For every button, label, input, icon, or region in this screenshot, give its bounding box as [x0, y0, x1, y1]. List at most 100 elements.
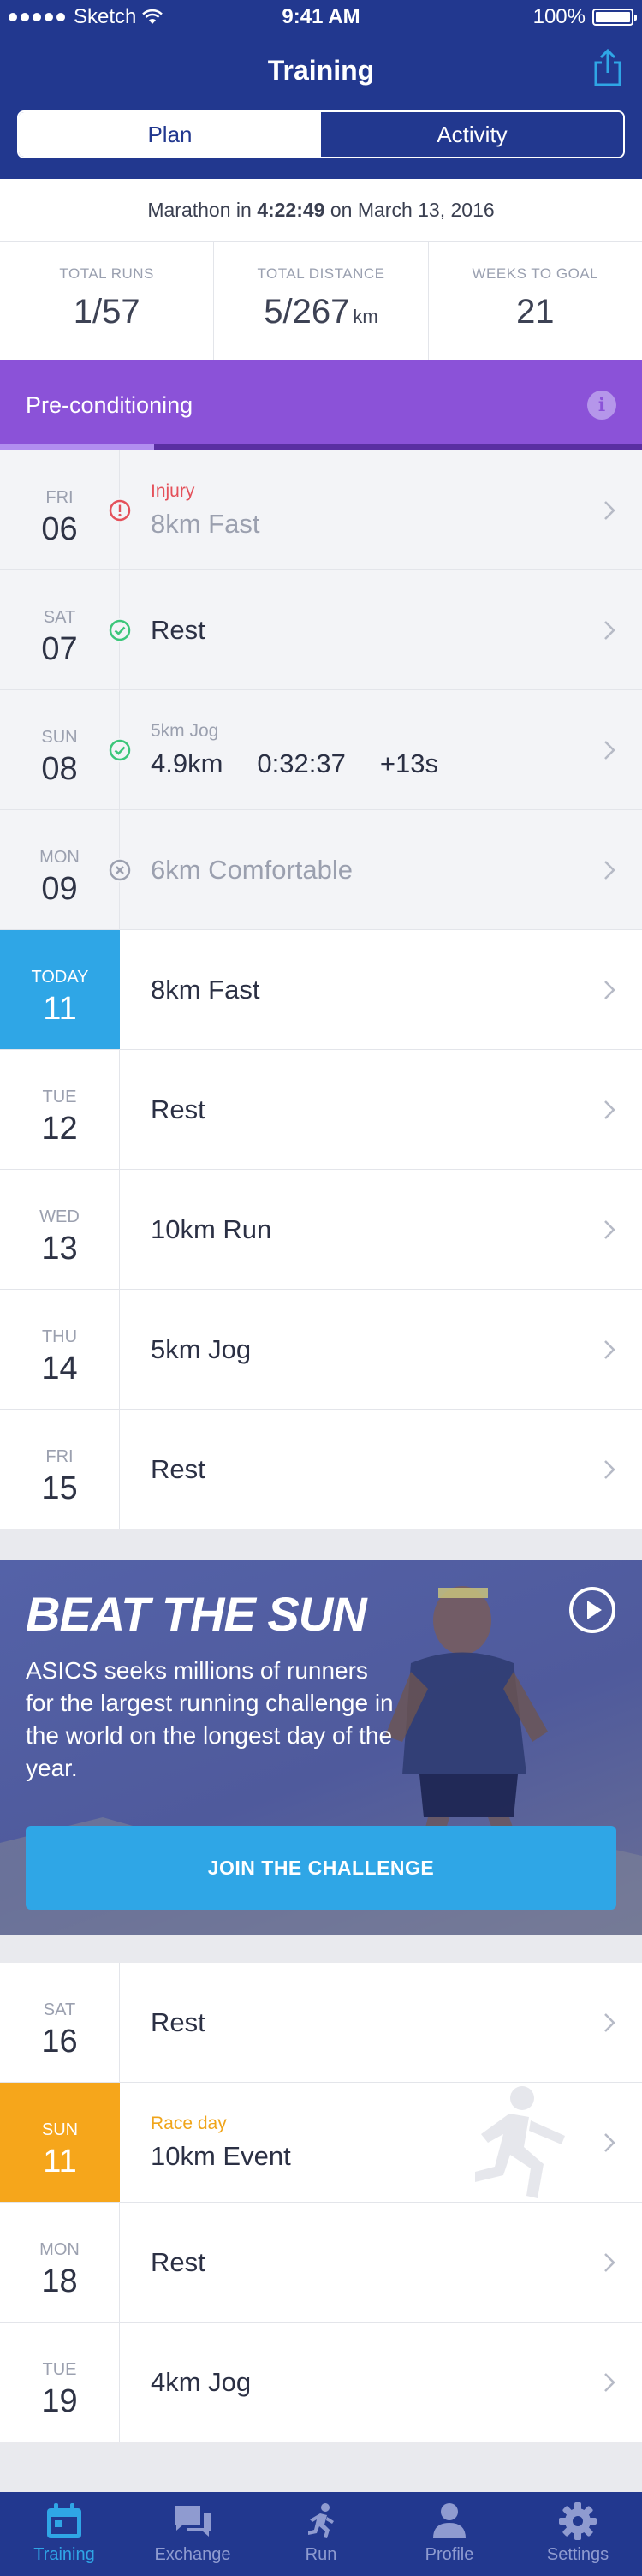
- day-row[interactable]: FRI 15 Rest: [0, 1410, 642, 1530]
- workout-subtitle: 5km Jog: [151, 720, 219, 741]
- completed-check-icon: [108, 738, 132, 762]
- tab-profile[interactable]: Profile: [385, 2492, 514, 2576]
- date-cell: SAT 16: [0, 1963, 120, 2082]
- chevron-right-icon: [603, 1100, 616, 1120]
- info-icon[interactable]: i: [587, 391, 616, 420]
- day-number: 11: [43, 2144, 77, 2179]
- chevron-right-icon: [603, 2132, 616, 2153]
- tab-label: Exchange: [154, 2545, 231, 2564]
- day-name: SAT: [43, 2001, 76, 2019]
- injury-alert-icon: [108, 498, 132, 522]
- promo-banner: BEAT THE SUN ASICS seeks millions of run…: [0, 1560, 642, 1935]
- date-cell: MON 18: [0, 2203, 120, 2322]
- date-cell: MON 09: [0, 810, 120, 929]
- day-row[interactable]: TUE 12 Rest: [0, 1050, 642, 1170]
- play-icon[interactable]: [568, 1586, 616, 1634]
- workout-title: Rest: [151, 1094, 205, 1124]
- tab-run[interactable]: Run: [257, 2492, 385, 2576]
- stat-value: 5/267 km: [264, 293, 378, 331]
- chevron-right-icon: [603, 2252, 616, 2273]
- stat-label: TOTAL DISTANCE: [257, 265, 385, 282]
- promo-title: BEAT THE SUN: [26, 1587, 367, 1641]
- day-number: 11: [43, 991, 77, 1027]
- day-row[interactable]: SAT 16 Rest: [0, 1963, 642, 2083]
- day-row[interactable]: WED 13 10km Run: [0, 1170, 642, 1290]
- day-row[interactable]: SUN 11 Race day 10km Event: [0, 2083, 642, 2203]
- workout-title: 10km Event: [151, 2140, 291, 2171]
- workout-subtitle: Injury: [151, 480, 195, 501]
- date-cell: FRI 15: [0, 1410, 120, 1529]
- chevron-right-icon: [603, 2012, 616, 2033]
- runner-watermark-icon: [475, 2086, 565, 2198]
- stat-value: 1/57: [73, 293, 140, 331]
- workout-title: Rest: [151, 1453, 205, 1484]
- workout-info: Race day 10km Event: [151, 2083, 291, 2202]
- day-name: THU: [41, 1327, 78, 1346]
- completed-check-icon: [108, 618, 132, 642]
- workout-info: Rest: [151, 2203, 205, 2322]
- day-row[interactable]: THU 14 5km Jog: [0, 1290, 642, 1410]
- date-cell: FRI 06: [0, 450, 120, 569]
- date-cell: TUE 12: [0, 1050, 120, 1169]
- header: Sketch 9:41 AM 100% Training Plan Activi…: [0, 0, 642, 179]
- segment-activity[interactable]: Activity: [321, 112, 623, 157]
- workout-info: Rest: [151, 1050, 205, 1169]
- workout-info: Rest: [151, 1410, 205, 1529]
- day-name: TODAY: [31, 968, 89, 987]
- stats-panel: TOTAL RUNS 1/57 TOTAL DISTANCE 5/267 km W…: [0, 242, 642, 360]
- workout-title: Rest: [151, 614, 205, 645]
- status-bar: Sketch 9:41 AM 100%: [0, 0, 642, 34]
- workout-title: Rest: [151, 2246, 205, 2277]
- day-name: MON: [39, 2240, 80, 2259]
- date-cell: WED 13: [0, 1170, 120, 1289]
- join-challenge-button[interactable]: JOIN THE CHALLENGE: [26, 1826, 616, 1910]
- stat-label: TOTAL RUNS: [59, 265, 154, 282]
- date-cell: SAT 07: [0, 570, 120, 689]
- workout-info: Rest: [151, 1963, 205, 2082]
- stat-value: 21: [516, 293, 555, 331]
- segment-plan[interactable]: Plan: [19, 112, 321, 157]
- chevron-right-icon: [603, 740, 616, 760]
- day-name: TUE: [42, 1088, 77, 1106]
- day-name: SUN: [41, 728, 78, 747]
- workout-info: Rest: [151, 570, 205, 689]
- workout-info: 5km Jog 4.9km 0:32:37 +13s: [151, 690, 438, 809]
- stat-total-distance: TOTAL DISTANCE 5/267 km: [214, 242, 429, 360]
- workout-title: 4km Jog: [151, 2366, 252, 2397]
- tab-settings[interactable]: Settings: [514, 2492, 642, 2576]
- day-number: 09: [41, 871, 78, 907]
- phase-progress-fill: [0, 444, 154, 450]
- workout-info: 8km Fast: [151, 930, 259, 1049]
- day-row[interactable]: MON 18 Rest: [0, 2203, 642, 2323]
- day-row[interactable]: TODAY 11 8km Fast: [0, 930, 642, 1050]
- app-root: Sketch 9:41 AM 100% Training Plan Activi…: [0, 0, 642, 2576]
- chat-icon: [175, 2506, 211, 2537]
- workout-info: 6km Comfortable: [151, 810, 353, 929]
- goal-banner: Marathon in 4:22:49 on March 13, 2016: [0, 179, 642, 242]
- day-name: TUE: [42, 2360, 77, 2379]
- chevron-right-icon: [603, 500, 616, 521]
- tab-training[interactable]: Training: [0, 2492, 128, 2576]
- tab-exchange[interactable]: Exchange: [128, 2492, 257, 2576]
- day-row[interactable]: SAT 07 Rest: [0, 570, 642, 690]
- workout-title: 10km Run: [151, 1213, 272, 1244]
- day-number: 16: [41, 2024, 78, 2060]
- promo-text: ASICS seeks millions of runners for the …: [26, 1657, 394, 1781]
- day-row[interactable]: MON 09 6km Comfortable: [0, 810, 642, 930]
- day-row[interactable]: FRI 06 Injury 8km Fast: [0, 450, 642, 570]
- stat-label: WEEKS TO GOAL: [472, 265, 599, 282]
- share-button[interactable]: [591, 48, 625, 87]
- date-cell: THU 14: [0, 1290, 120, 1409]
- workout-title: 6km Comfortable: [151, 854, 354, 885]
- chevron-right-icon: [603, 1339, 616, 1360]
- day-row[interactable]: SUN 08 5km Jog 4.9km 0:32:37 +13s: [0, 690, 642, 810]
- phase-header[interactable]: Pre-conditioning i: [0, 360, 642, 450]
- phase-progress-bar: [0, 444, 642, 450]
- day-number: 19: [41, 2383, 78, 2419]
- runner-icon: [308, 2503, 334, 2538]
- day-name: FRI: [45, 488, 74, 507]
- day-number: 13: [41, 1231, 78, 1267]
- tab-label: Training: [33, 2545, 95, 2564]
- day-row[interactable]: TUE 19 4km Jog: [0, 2323, 642, 2442]
- workout-info: 10km Run: [151, 1170, 271, 1289]
